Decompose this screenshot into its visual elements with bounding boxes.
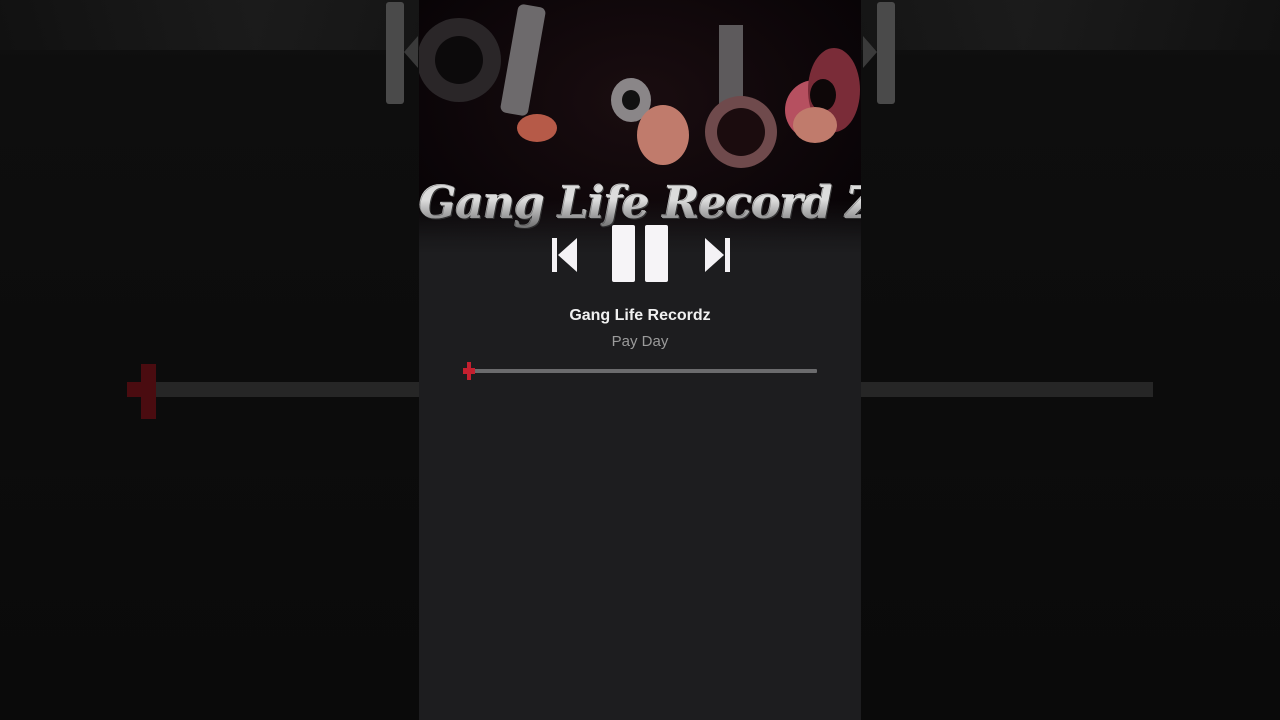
art-hand-1 (517, 114, 557, 142)
art-hand-3 (793, 107, 837, 143)
backdrop-seek-thumb-ghost-h (127, 382, 156, 397)
art-hand-2 (637, 105, 689, 165)
video-frame: Gang Life Record Z Gang Life Recordz Pay… (0, 0, 1280, 720)
seek-track (468, 369, 817, 373)
art-gun-barrel-1 (500, 4, 546, 116)
backdrop-seek-ghost-right (860, 382, 1153, 397)
pause-icon (612, 225, 668, 282)
skip-next-icon (705, 238, 730, 272)
seek-thumb-crossbar (463, 368, 475, 374)
backdrop-next-ghost-icon (863, 36, 877, 68)
skip-previous-icon (552, 238, 577, 272)
previous-button[interactable] (551, 236, 579, 274)
player-panel: Gang Life Record Z (419, 0, 861, 720)
backdrop-next-ghost (877, 2, 895, 104)
backdrop-previous-ghost (386, 2, 404, 104)
next-button[interactable] (703, 236, 731, 274)
pause-button[interactable] (611, 224, 670, 284)
seek-bar[interactable] (463, 362, 819, 382)
artist-name: Gang Life Recordz (569, 307, 711, 324)
backdrop-seek-ghost-left (130, 382, 420, 397)
track-title: Pay Day (611, 333, 669, 350)
album-artwork: Gang Life Record Z (419, 0, 861, 252)
backdrop-previous-ghost-icon (404, 36, 418, 68)
